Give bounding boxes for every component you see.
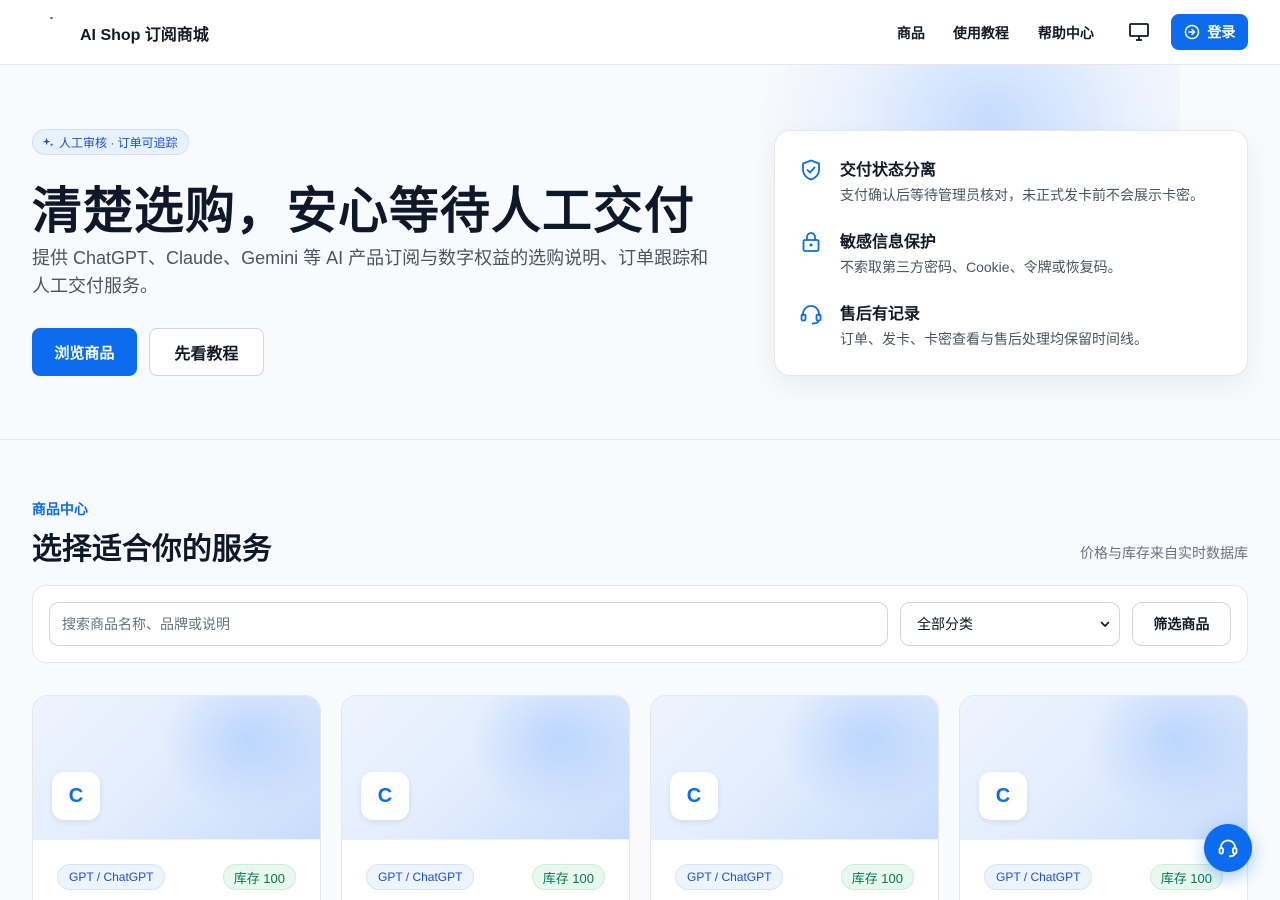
feature-description: 订单、发卡、卡密查看与售后处理均保留时间线。 — [840, 331, 1148, 347]
feature-description: 不索取第三方密码、Cookie、令牌或恢复码。 — [840, 259, 1122, 275]
section-note: 价格与库存来自实时数据库 — [1080, 545, 1248, 561]
product-logo: C — [52, 772, 100, 820]
feature-title: 售后有记录 — [840, 306, 921, 323]
monitor-icon[interactable] — [1128, 22, 1150, 42]
shield-check-icon — [802, 159, 820, 181]
hero-description: 提供 ChatGPT、Claude、Gemini 等 AI 产品订阅与数字权益的… — [32, 248, 709, 296]
hero-title: 清楚选购，安心等待人工交付 — [32, 183, 695, 239]
login-button[interactable]: 登录 — [1171, 14, 1248, 50]
search-input[interactable] — [49, 602, 888, 646]
product-card[interactable]: C GPT / ChatGPT 库存 100 — [959, 695, 1248, 900]
product-stock-badge: 库存 100 — [222, 864, 296, 890]
logo-mark — [50, 17, 53, 19]
nav-item-help[interactable]: 帮助中心 — [1038, 23, 1094, 43]
top-header: AI Shop 订阅商城 商品 使用教程 帮助中心 登录 — [0, 0, 1280, 65]
feature-description: 支付确认后等待管理员核对，未正式发卡前不会展示卡密。 — [840, 187, 1204, 203]
category-select-value: 全部分类 — [917, 616, 973, 632]
trust-badge-label: 人工审核 · 订单可追踪 — [59, 135, 178, 150]
headset-icon — [800, 305, 822, 325]
brand-name[interactable]: AI Shop 订阅商城 — [80, 21, 209, 45]
feature-title: 敏感信息保护 — [840, 234, 937, 251]
section-title: 选择适合你的服务 — [32, 533, 272, 566]
nav-item-products[interactable]: 商品 — [897, 23, 925, 43]
product-card[interactable]: C GPT / ChatGPT 库存 100 — [650, 695, 939, 900]
features-card: 交付状态分离 支付确认后等待管理员核对，未正式发卡前不会展示卡密。 敏感信息保护… — [774, 130, 1248, 376]
sparkle-icon — [42, 137, 54, 147]
product-stock-badge: 库存 100 — [1149, 864, 1223, 890]
product-brand-tag: GPT / ChatGPT — [675, 864, 784, 890]
view-tutorial-button[interactable]: 先看教程 — [149, 328, 264, 376]
chevron-down-icon — [1100, 621, 1110, 627]
login-label: 登录 — [1207, 24, 1236, 40]
product-brand-tag: GPT / ChatGPT — [366, 864, 475, 890]
product-logo: C — [361, 772, 409, 820]
customer-support-button[interactable] — [1204, 824, 1252, 872]
nav-item-tutorials[interactable]: 使用教程 — [953, 23, 1009, 43]
product-logo: C — [979, 772, 1027, 820]
lock-icon — [802, 232, 820, 252]
category-select[interactable]: 全部分类 — [900, 602, 1120, 646]
login-icon — [1184, 24, 1199, 40]
filter-bar: 全部分类 筛选商品 — [32, 585, 1248, 663]
product-stock-badge: 库存 100 — [531, 864, 605, 890]
browse-products-button[interactable]: 浏览商品 — [32, 328, 137, 376]
product-logo: C — [670, 772, 718, 820]
product-card[interactable]: C GPT / ChatGPT 库存 100 — [32, 695, 321, 900]
hero-section: 人工审核 · 订单可追踪 清楚选购，安心等待人工交付 提供 ChatGPT、Cl… — [0, 65, 1280, 440]
headset-icon — [1218, 839, 1238, 858]
trust-badge: 人工审核 · 订单可追踪 — [32, 129, 189, 155]
section-kicker: 商品中心 — [32, 501, 88, 517]
filter-products-button[interactable]: 筛选商品 — [1132, 602, 1231, 646]
product-brand-tag: GPT / ChatGPT — [57, 864, 166, 890]
product-card[interactable]: C GPT / ChatGPT 库存 100 — [341, 695, 630, 900]
feature-title: 交付状态分离 — [840, 162, 937, 179]
product-stock-badge: 库存 100 — [840, 864, 914, 890]
product-brand-tag: GPT / ChatGPT — [984, 864, 1093, 890]
